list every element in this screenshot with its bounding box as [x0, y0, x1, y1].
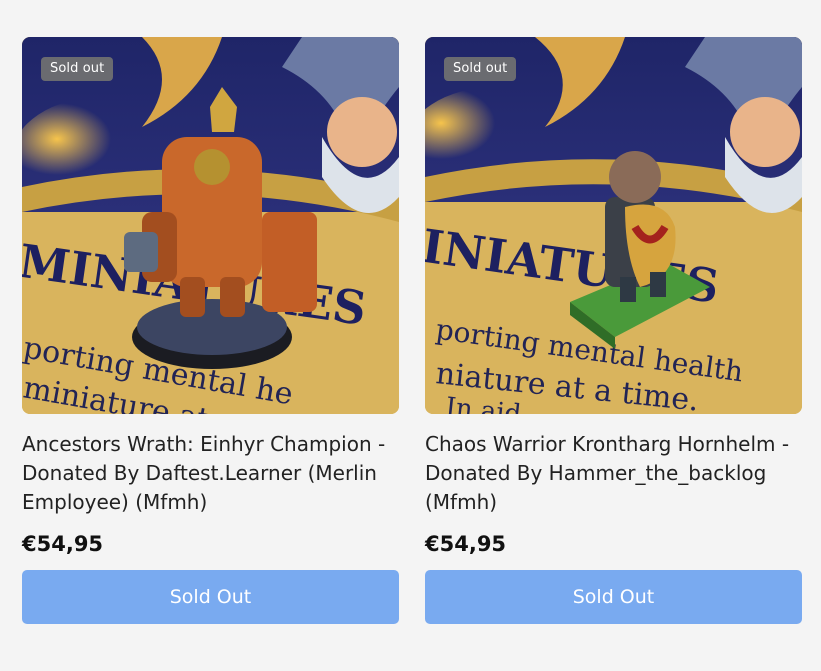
product-price: €54,95 — [22, 532, 104, 556]
sold-out-badge: Sold out — [444, 57, 517, 81]
product-title[interactable]: Chaos Warrior Krontharg Hornhelm - Donat… — [425, 430, 802, 517]
product-card[interactable]: MINIATURES porting mental he miniature a… — [22, 37, 399, 624]
product-price: €54,95 — [425, 532, 507, 556]
product-card[interactable]: INIATURES porting mental health niature … — [425, 37, 802, 624]
product-image[interactable]: MINIATURES porting mental he miniature a… — [22, 37, 399, 414]
chaos-warrior-miniature-photo: INIATURES porting mental health niature … — [425, 37, 802, 414]
product-image[interactable]: INIATURES porting mental health niature … — [425, 37, 802, 414]
sold-out-button[interactable]: Sold Out — [425, 570, 802, 624]
product-grid: MINIATURES porting mental he miniature a… — [22, 37, 802, 624]
sold-out-badge: Sold out — [41, 57, 114, 81]
dwarf-champion-miniature-photo: MINIATURES porting mental he miniature a… — [22, 37, 399, 414]
sold-out-button[interactable]: Sold Out — [22, 570, 399, 624]
product-title[interactable]: Ancestors Wrath: Einhyr Champion - Donat… — [22, 430, 399, 517]
